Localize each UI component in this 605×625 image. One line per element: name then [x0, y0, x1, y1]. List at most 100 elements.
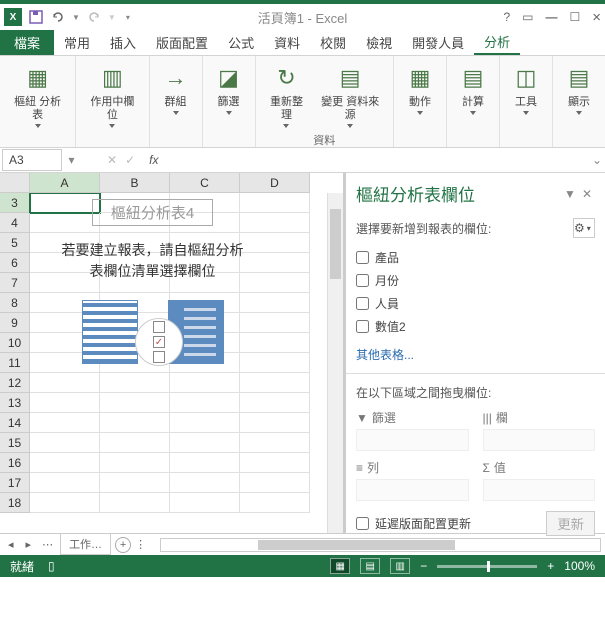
name-box[interactable]: A3 [2, 149, 62, 171]
row-header[interactable]: 11 [0, 353, 30, 373]
tab-developer[interactable]: 開發人員 [402, 30, 474, 55]
tools-button[interactable]: ◫工具 [506, 60, 546, 117]
row-header[interactable]: 14 [0, 413, 30, 433]
vertical-scrollbar[interactable] [327, 193, 343, 533]
cell[interactable] [30, 433, 100, 453]
cell[interactable] [100, 473, 170, 493]
row-header[interactable]: 8 [0, 293, 30, 313]
cell[interactable] [240, 373, 310, 393]
zoom-slider[interactable] [437, 565, 537, 568]
undo-dropdown-icon[interactable]: ▼ [72, 13, 80, 22]
qat-customize-icon[interactable]: ▾ [126, 13, 130, 22]
pane-settings-button[interactable]: ⚙▾ [573, 218, 595, 238]
pivot-table-button[interactable]: ▦樞紐 分析表 [6, 60, 69, 130]
tab-home[interactable]: 常用 [54, 30, 100, 55]
cell[interactable] [240, 393, 310, 413]
tab-layout[interactable]: 版面配置 [146, 30, 218, 55]
pane-dropdown-icon[interactable]: ▼ [561, 187, 579, 201]
zoom-level[interactable]: 100% [564, 559, 595, 573]
row-header[interactable]: 10 [0, 333, 30, 353]
cell[interactable] [170, 413, 240, 433]
cell[interactable] [170, 393, 240, 413]
redo-icon[interactable] [86, 9, 102, 25]
row-header[interactable]: 7 [0, 273, 30, 293]
row-header[interactable]: 6 [0, 253, 30, 273]
update-button[interactable]: 更新 [546, 511, 595, 536]
formula-input[interactable] [164, 149, 589, 171]
col-header[interactable]: A [30, 173, 100, 193]
more-tables-link[interactable]: 其他表格... [356, 346, 595, 363]
cell[interactable] [240, 453, 310, 473]
namebox-dropdown-icon[interactable]: ▾ [64, 153, 79, 167]
fx-label[interactable]: fx [143, 153, 164, 167]
tab-formulas[interactable]: 公式 [218, 30, 264, 55]
sheet-nav-menu-icon[interactable]: ⋯ [39, 538, 56, 551]
cell[interactable] [30, 413, 100, 433]
row-header[interactable]: 9 [0, 313, 30, 333]
refresh-button[interactable]: ↻重新整理 [262, 60, 312, 130]
row-header[interactable]: 5 [0, 233, 30, 253]
cell[interactable] [100, 493, 170, 513]
field-checkbox[interactable] [356, 297, 369, 310]
filter-drop-zone[interactable]: ▼篩選 [356, 409, 469, 451]
macro-record-icon[interactable]: ▯ [48, 559, 55, 573]
actions-button[interactable]: ▦動作 [400, 60, 440, 117]
group-button[interactable]: →群組 [156, 60, 196, 117]
zoom-out-button[interactable]: − [420, 559, 427, 573]
cell[interactable] [240, 433, 310, 453]
show-button[interactable]: ▤顯示 [559, 60, 599, 117]
pane-close-icon[interactable]: ✕ [579, 187, 595, 201]
sheet-tab[interactable]: 工作… [60, 534, 111, 555]
cell[interactable] [100, 433, 170, 453]
tab-file[interactable]: 檔案 [0, 30, 54, 55]
cell[interactable] [240, 493, 310, 513]
col-header[interactable]: C [170, 173, 240, 193]
cell[interactable] [30, 473, 100, 493]
select-all-corner[interactable] [0, 173, 30, 193]
help-icon[interactable]: ? [503, 10, 510, 24]
tab-review[interactable]: 校閱 [310, 30, 356, 55]
active-field-button[interactable]: ▥作用中欄位 [82, 60, 142, 130]
horizontal-scrollbar[interactable] [160, 538, 601, 552]
filter-button[interactable]: ◪篩選 [209, 60, 249, 117]
tab-view[interactable]: 檢視 [356, 30, 402, 55]
row-header[interactable]: 17 [0, 473, 30, 493]
row-header[interactable]: 16 [0, 453, 30, 473]
cell[interactable] [170, 473, 240, 493]
close-icon[interactable]: × [592, 9, 601, 26]
page-layout-view-button[interactable]: ▤ [360, 558, 380, 574]
calc-button[interactable]: ▤計算 [453, 60, 493, 117]
field-item[interactable]: 產品 [356, 246, 595, 269]
cell[interactable] [30, 493, 100, 513]
defer-checkbox[interactable] [356, 517, 369, 530]
field-item[interactable]: 月份 [356, 269, 595, 292]
tab-data[interactable]: 資料 [264, 30, 310, 55]
ribbon-options-icon[interactable]: ▭ [522, 10, 533, 24]
cell[interactable] [170, 433, 240, 453]
minimize-icon[interactable]: — [545, 10, 557, 24]
normal-view-button[interactable]: ▦ [330, 558, 350, 574]
save-icon[interactable] [28, 9, 44, 25]
field-checkbox[interactable] [356, 251, 369, 264]
page-break-view-button[interactable]: ▥ [390, 558, 410, 574]
cell[interactable] [170, 453, 240, 473]
row-header[interactable]: 4 [0, 213, 30, 233]
worksheet-grid[interactable]: A B C D 3456789101112131415161718 樞紐分析表4… [0, 173, 345, 533]
cell[interactable] [30, 453, 100, 473]
row-header[interactable]: 13 [0, 393, 30, 413]
col-header[interactable]: B [100, 173, 170, 193]
cell[interactable] [30, 393, 100, 413]
cell[interactable] [100, 413, 170, 433]
zoom-in-button[interactable]: + [547, 559, 554, 573]
change-source-button[interactable]: ▤變更 資料來源 [313, 60, 387, 130]
values-drop-zone[interactable]: Σ值 [483, 459, 596, 501]
col-header[interactable]: D [240, 173, 310, 193]
sheet-nav-prev-icon[interactable]: ◂ [4, 538, 18, 551]
redo-dropdown-icon[interactable]: ▼ [108, 13, 116, 22]
field-item[interactable]: 人員 [356, 292, 595, 315]
maximize-icon[interactable]: ☐ [569, 10, 580, 24]
add-sheet-button[interactable]: + [115, 537, 131, 553]
cell[interactable] [170, 373, 240, 393]
row-header[interactable]: 12 [0, 373, 30, 393]
row-header[interactable]: 18 [0, 493, 30, 513]
